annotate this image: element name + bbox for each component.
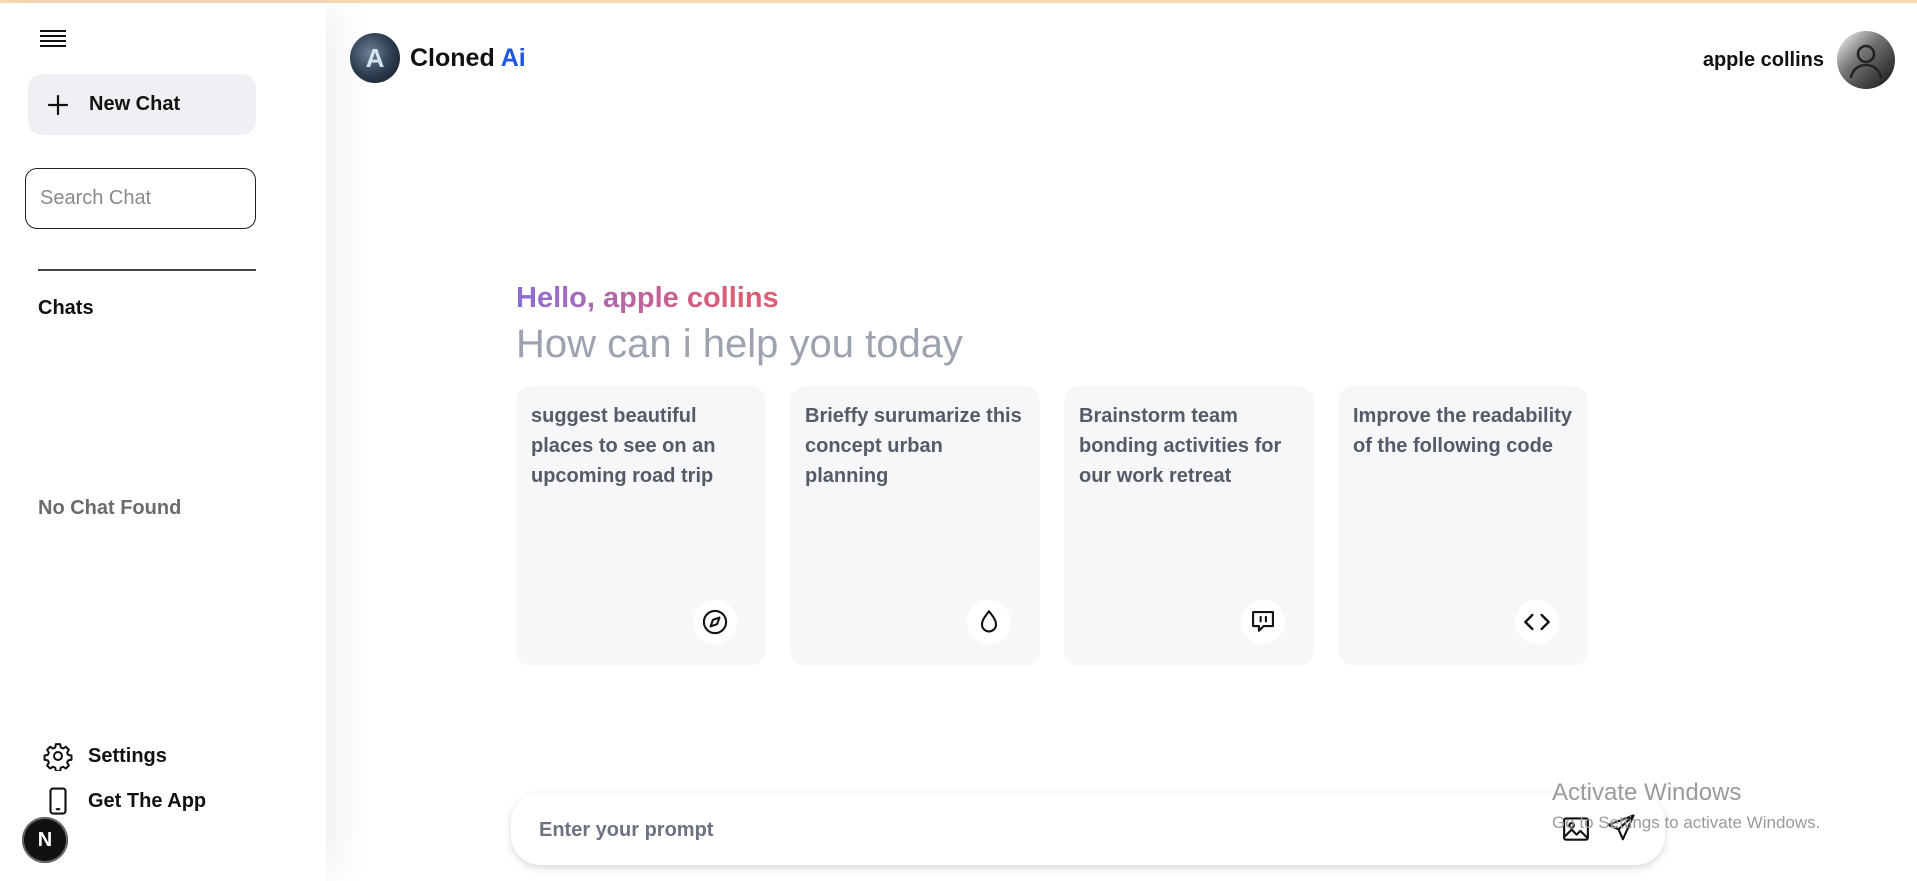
nextjs-badge-button[interactable]: N: [22, 817, 68, 863]
smartphone-icon: [42, 785, 74, 817]
suggestion-card-text: Brainstorm team bonding activities for o…: [1079, 405, 1282, 487]
image-upload-icon[interactable]: [1561, 814, 1593, 846]
gear-icon: [42, 740, 74, 772]
user-name: apple collins: [1702, 49, 1824, 71]
suggestion-card-text: suggest beautiful places to see on an up…: [531, 405, 716, 487]
chats-heading: Chats: [38, 297, 94, 319]
plus-icon: [45, 92, 71, 118]
brand-title: Cloned Ai: [410, 44, 526, 73]
hamburger-menu-icon[interactable]: [40, 30, 66, 52]
get-the-app-link[interactable]: Get The App: [42, 785, 206, 817]
prompt-input[interactable]: [537, 793, 1541, 867]
greeting-heading: Hello, apple collins: [516, 282, 779, 314]
new-chat-label: New Chat: [89, 93, 181, 115]
brand-accent: Ai: [500, 43, 526, 72]
prompt-bar: [511, 793, 1665, 867]
suggestion-card-text: Brieffy surumarize this concept urban pl…: [805, 405, 1022, 487]
send-icon[interactable]: [1606, 813, 1638, 845]
suggestion-card[interactable]: suggest beautiful places to see on an up…: [516, 386, 766, 666]
brand-name: Cloned: [410, 43, 495, 72]
greeting-subtitle: How can i help you today: [516, 322, 963, 366]
settings-link[interactable]: Settings: [42, 740, 167, 772]
chat-bubble-icon: [1241, 600, 1285, 644]
suggestion-card-text: Improve the readability of the following…: [1353, 405, 1572, 457]
new-chat-button[interactable]: New Chat: [28, 74, 256, 135]
suggestion-card[interactable]: Improve the readability of the following…: [1338, 386, 1588, 666]
droplet-icon: [967, 600, 1011, 644]
suggestion-card[interactable]: Brieffy surumarize this concept urban pl…: [790, 386, 1040, 666]
empty-chats-message: No Chat Found: [38, 497, 182, 519]
user-silhouette-icon: [1849, 44, 1883, 79]
avatar[interactable]: [1837, 31, 1895, 89]
code-icon: [1515, 600, 1559, 644]
suggestion-card[interactable]: Brainstorm team bonding activities for o…: [1064, 386, 1314, 666]
sidebar: New Chat Chats No Chat Found Settings Ge…: [0, 3, 326, 881]
search-chat-input[interactable]: [25, 168, 256, 229]
brand: A Cloned Ai: [350, 33, 526, 83]
brand-logo: A: [350, 33, 400, 83]
get-the-app-label: Get The App: [88, 789, 207, 812]
compass-icon: [693, 600, 737, 644]
sidebar-divider: [38, 269, 256, 271]
suggestion-cards: suggest beautiful places to see on an up…: [516, 386, 1588, 666]
settings-label: Settings: [88, 744, 167, 767]
